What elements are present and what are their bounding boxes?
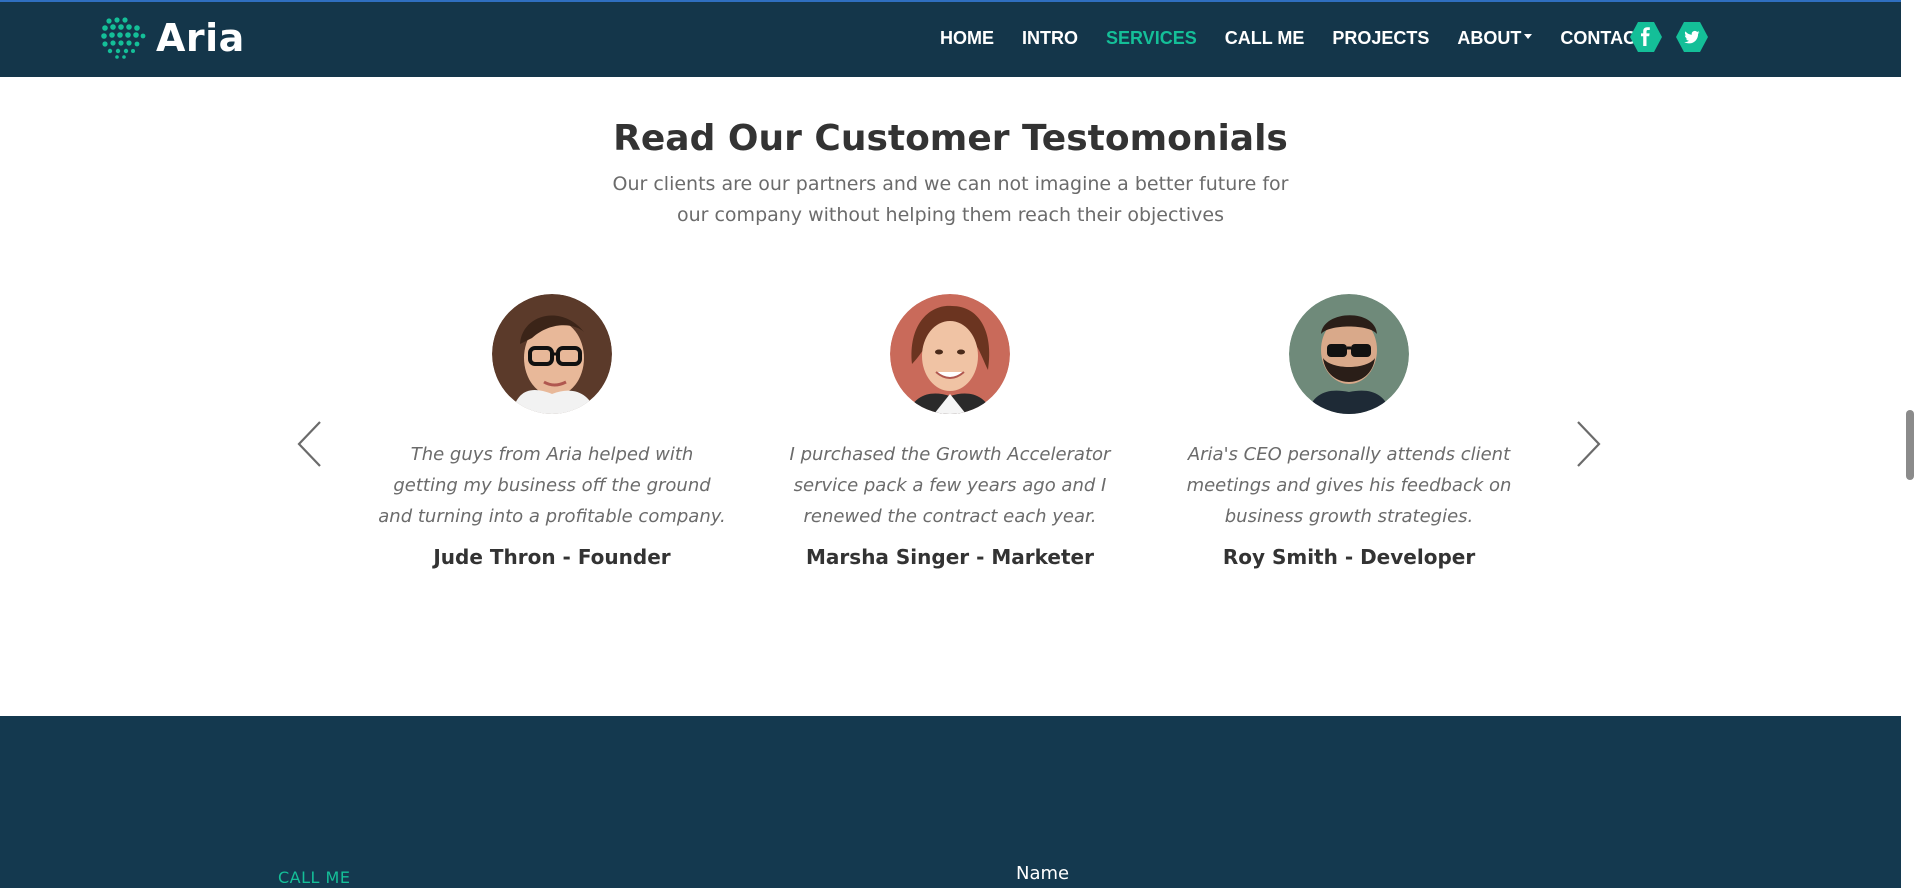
testimonials-subtitle-line-1: Our clients are our partners and we can … bbox=[612, 173, 1289, 195]
testimonial-author: Jude Thron - Founder bbox=[433, 545, 671, 569]
nav-call-me[interactable]: CALL ME bbox=[1211, 28, 1319, 49]
call-me-section: CALL ME Name bbox=[0, 716, 1901, 888]
avatar bbox=[1289, 294, 1409, 414]
testimonial-card: The guys from Aria helped with getting m… bbox=[362, 294, 742, 572]
avatar bbox=[492, 294, 612, 414]
testimonial-author: Roy Smith - Developer bbox=[1222, 545, 1476, 569]
nav-links: HOME INTRO SERVICES CALL ME PROJECTS ABO… bbox=[926, 2, 1661, 75]
top-navbar: Aria HOME INTRO SERVICES CALL ME PROJECT… bbox=[0, 0, 1901, 77]
page: Aria HOME INTRO SERVICES CALL ME PROJECT… bbox=[0, 0, 1919, 888]
logo-dots-icon bbox=[101, 17, 146, 59]
testimonials-title: Read Our Customer Testomonials bbox=[613, 118, 1288, 159]
page-scrollbar[interactable] bbox=[1901, 0, 1919, 888]
carousel-prev-arrow-icon[interactable] bbox=[296, 420, 324, 468]
nav-home[interactable]: HOME bbox=[926, 28, 1008, 49]
nav-about-label: ABOUT bbox=[1457, 28, 1522, 48]
scrollbar-thumb[interactable] bbox=[1906, 410, 1914, 480]
nav-services[interactable]: SERVICES bbox=[1092, 28, 1211, 49]
carousel-next-arrow-icon[interactable] bbox=[1574, 420, 1602, 468]
testimonial-author: Marsha Singer - Marketer bbox=[806, 545, 1094, 569]
twitter-icon[interactable] bbox=[1676, 22, 1708, 52]
nav-about-dropdown[interactable]: ABOUT bbox=[1443, 28, 1546, 49]
facebook-icon[interactable] bbox=[1630, 22, 1662, 52]
caret-down-icon bbox=[1524, 33, 1533, 39]
call-me-label: CALL ME bbox=[278, 868, 351, 887]
name-field-label: Name bbox=[1016, 863, 1070, 884]
avatar bbox=[890, 294, 1010, 414]
testimonials-subtitle: Our clients are our partners and we can … bbox=[600, 169, 1301, 231]
testimonials-subtitle-line-2: our company without helping them reach t… bbox=[676, 204, 1225, 226]
logo-text: Aria bbox=[156, 16, 245, 60]
nav-intro[interactable]: INTRO bbox=[1008, 28, 1092, 49]
testimonial-card: I purchased the Growth Accelerator servi… bbox=[760, 294, 1140, 572]
nav-projects[interactable]: PROJECTS bbox=[1318, 28, 1443, 49]
testimonial-card: Aria's CEO personally attends client mee… bbox=[1159, 294, 1539, 572]
testimonial-quote: Aria's CEO personally attends client mee… bbox=[1186, 444, 1512, 527]
logo[interactable]: Aria bbox=[100, 16, 245, 60]
testimonial-quote: The guys from Aria helped with getting m… bbox=[378, 444, 726, 527]
testimonial-quote: I purchased the Growth Accelerator servi… bbox=[789, 444, 1111, 527]
